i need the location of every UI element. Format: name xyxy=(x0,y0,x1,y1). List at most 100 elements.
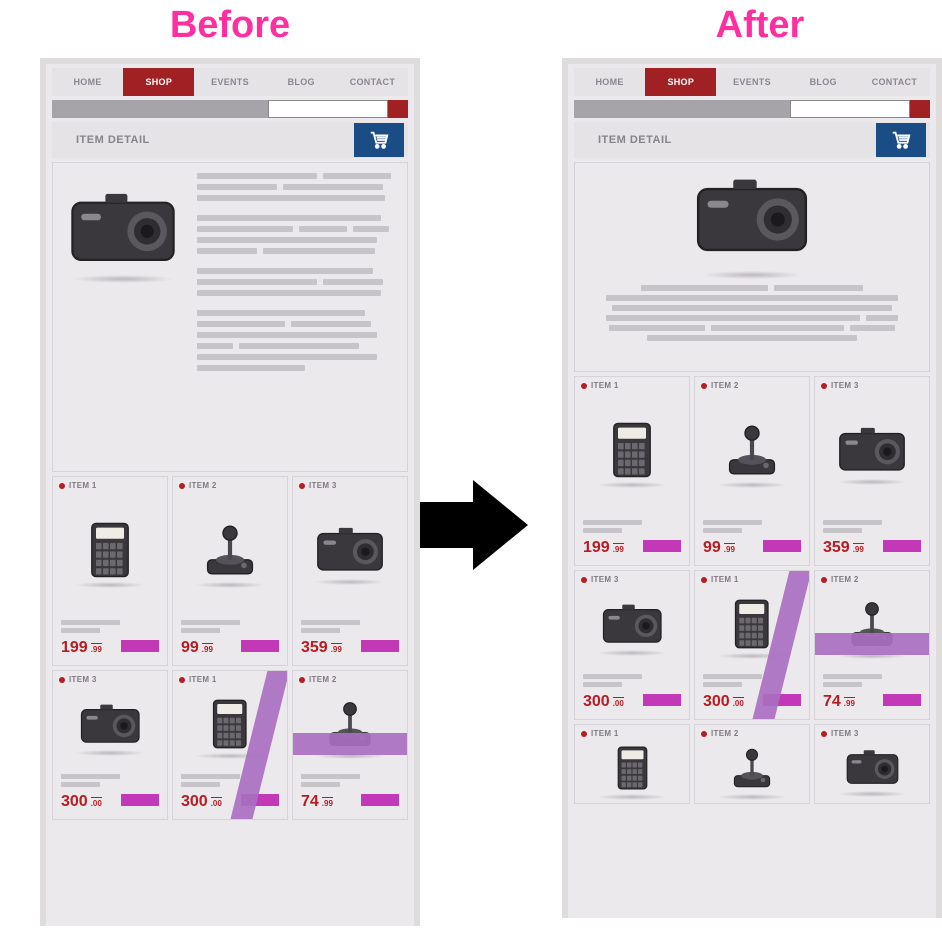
price-cents: .99 xyxy=(202,643,213,654)
product-card[interactable]: ITEM 3 359 .99 xyxy=(292,476,408,666)
buy-button[interactable] xyxy=(361,640,399,652)
search-input[interactable] xyxy=(268,100,388,118)
price-cents: .99 xyxy=(322,797,333,808)
calculator-icon xyxy=(575,394,689,516)
cart-icon xyxy=(889,129,913,151)
price: 199 xyxy=(583,539,610,557)
price: 74 xyxy=(301,793,319,811)
price-cents: .99 xyxy=(853,543,864,554)
price-cents: .99 xyxy=(844,697,855,708)
product-card[interactable]: ITEM 1 199 .99 xyxy=(574,376,690,566)
item-detail-hero xyxy=(52,162,408,472)
nav-item-home[interactable]: HOME xyxy=(52,68,123,96)
cart-button[interactable] xyxy=(876,123,926,157)
joystick-icon xyxy=(695,742,809,803)
price: 300 xyxy=(583,693,610,711)
search-button[interactable] xyxy=(388,100,408,118)
joystick-icon xyxy=(815,588,929,670)
product-card[interactable]: ITEM 2 74 .99 xyxy=(814,570,930,720)
product-title: ITEM 1 xyxy=(189,675,217,684)
product-card[interactable]: ITEM 3 359 .99 xyxy=(814,376,930,566)
status-dot-icon xyxy=(821,383,827,389)
camera-icon xyxy=(53,688,167,770)
buy-button[interactable] xyxy=(121,640,159,652)
search-bar xyxy=(52,100,408,118)
status-dot-icon xyxy=(179,483,185,489)
cart-button[interactable] xyxy=(354,123,404,157)
product-title: ITEM 3 xyxy=(831,381,859,390)
buy-button[interactable] xyxy=(643,540,681,552)
product-title: ITEM 2 xyxy=(711,729,739,738)
camera-icon xyxy=(692,175,812,257)
product-title: ITEM 1 xyxy=(69,481,97,490)
price: 359 xyxy=(823,539,850,557)
cart-icon xyxy=(367,129,391,151)
status-dot-icon xyxy=(821,731,827,737)
banner-title: ITEM DETAIL xyxy=(76,134,150,146)
product-card[interactable]: ITEM 2 74 .99 xyxy=(292,670,408,820)
status-dot-icon xyxy=(821,577,827,583)
search-bar xyxy=(574,100,930,118)
camera-icon xyxy=(293,494,407,616)
price: 99 xyxy=(703,539,721,557)
price: 300 xyxy=(181,793,208,811)
before-heading: Before xyxy=(90,4,370,47)
product-title: ITEM 3 xyxy=(309,481,337,490)
nav-item-contact[interactable]: CONTACT xyxy=(859,68,930,96)
product-card[interactable]: ITEM 3 xyxy=(814,724,930,804)
after-mockup: HOMESHOPEVENTSBLOGCONTACT ITEM DETAIL xyxy=(562,58,942,918)
navbar: HOMESHOPEVENTSBLOGCONTACT xyxy=(574,68,930,96)
status-dot-icon xyxy=(299,483,305,489)
price-cents: .99 xyxy=(91,643,102,654)
product-title: ITEM 3 xyxy=(69,675,97,684)
buy-button[interactable] xyxy=(763,540,801,552)
product-card[interactable]: ITEM 2 xyxy=(694,724,810,804)
camera-icon xyxy=(575,588,689,670)
product-title: ITEM 3 xyxy=(831,729,859,738)
nav-item-shop[interactable]: SHOP xyxy=(645,68,716,96)
price: 199 xyxy=(61,639,88,657)
nav-item-contact[interactable]: CONTACT xyxy=(337,68,408,96)
price: 359 xyxy=(301,639,328,657)
product-card[interactable]: ITEM 1 300 .00 xyxy=(172,670,288,820)
nav-item-blog[interactable]: BLOG xyxy=(788,68,859,96)
product-card[interactable]: ITEM 3 300 .00 xyxy=(574,570,690,720)
after-heading: After xyxy=(640,4,880,47)
item-detail-banner: ITEM DETAIL xyxy=(574,122,930,158)
product-title: ITEM 1 xyxy=(591,729,619,738)
status-dot-icon xyxy=(581,577,587,583)
price-cents: .00 xyxy=(211,797,222,808)
product-card[interactable]: ITEM 1 xyxy=(574,724,690,804)
product-card[interactable]: ITEM 1 300 .00 xyxy=(694,570,810,720)
banner-title: ITEM DETAIL xyxy=(598,134,672,146)
camera-icon xyxy=(815,394,929,516)
status-dot-icon xyxy=(59,483,65,489)
product-title: ITEM 2 xyxy=(189,481,217,490)
buy-button[interactable] xyxy=(883,694,921,706)
price-cents: .00 xyxy=(733,697,744,708)
product-card[interactable]: ITEM 2 99 .99 xyxy=(694,376,810,566)
nav-item-events[interactable]: EVENTS xyxy=(716,68,787,96)
price-cents: .00 xyxy=(613,697,624,708)
nav-item-home[interactable]: HOME xyxy=(574,68,645,96)
camera-icon xyxy=(815,742,929,803)
product-card[interactable]: ITEM 2 99 .99 xyxy=(172,476,288,666)
product-card[interactable]: ITEM 1 199 .99 xyxy=(52,476,168,666)
search-button[interactable] xyxy=(910,100,930,118)
status-dot-icon xyxy=(581,731,587,737)
product-card[interactable]: ITEM 3 300 .00 xyxy=(52,670,168,820)
price-cents: .99 xyxy=(331,643,342,654)
price-cents: .00 xyxy=(91,797,102,808)
price: 300 xyxy=(703,693,730,711)
before-mockup: HOMESHOPEVENTSBLOGCONTACT ITEM DETAIL xyxy=(40,58,420,926)
nav-item-events[interactable]: EVENTS xyxy=(194,68,265,96)
buy-button[interactable] xyxy=(241,640,279,652)
nav-item-blog[interactable]: BLOG xyxy=(266,68,337,96)
buy-button[interactable] xyxy=(643,694,681,706)
buy-button[interactable] xyxy=(361,794,399,806)
buy-button[interactable] xyxy=(121,794,159,806)
search-input[interactable] xyxy=(790,100,910,118)
nav-item-shop[interactable]: SHOP xyxy=(123,68,194,96)
buy-button[interactable] xyxy=(883,540,921,552)
price-cents: .99 xyxy=(724,543,735,554)
